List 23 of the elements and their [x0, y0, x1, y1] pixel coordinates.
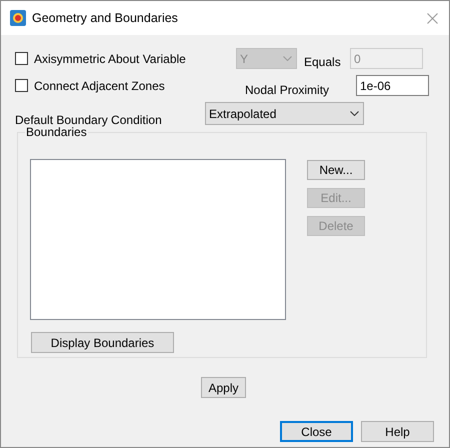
display-boundaries-button[interactable]: Display Boundaries — [31, 332, 174, 353]
dropdown-value: Extrapolated — [209, 106, 276, 122]
action-button[interactable]: New... — [307, 160, 365, 180]
window-title: Geometry and Boundaries — [32, 10, 178, 27]
nodal-proximity-label: Nodal Proximity — [245, 82, 330, 98]
checkbox-label: Connect Adjacent Zones — [34, 78, 165, 94]
nodal-proximity-field[interactable]: 1e-06 — [356, 75, 429, 96]
checkbox[interactable] — [15, 52, 28, 65]
app-icon — [10, 10, 26, 26]
group-title: Boundaries — [25, 125, 88, 139]
chevron-down-icon — [350, 111, 359, 116]
boundaries-list[interactable] — [30, 159, 286, 320]
default-boundary-condition-label: Default Boundary Condition — [15, 112, 163, 127]
dialog-button[interactable]: Close — [280, 421, 353, 442]
apply-button[interactable]: Apply — [201, 377, 246, 398]
checkbox[interactable] — [15, 79, 28, 92]
equals-label: Equals — [304, 54, 342, 70]
chevron-down-icon — [283, 56, 292, 61]
dropdown-value: Y — [240, 50, 248, 68]
close-icon[interactable] — [427, 12, 438, 24]
boundary-condition-dropdown[interactable]: Extrapolated — [205, 102, 364, 125]
dialog-button[interactable]: Help — [361, 421, 434, 442]
checkbox-label: Axisymmetric About Variable — [34, 50, 186, 68]
